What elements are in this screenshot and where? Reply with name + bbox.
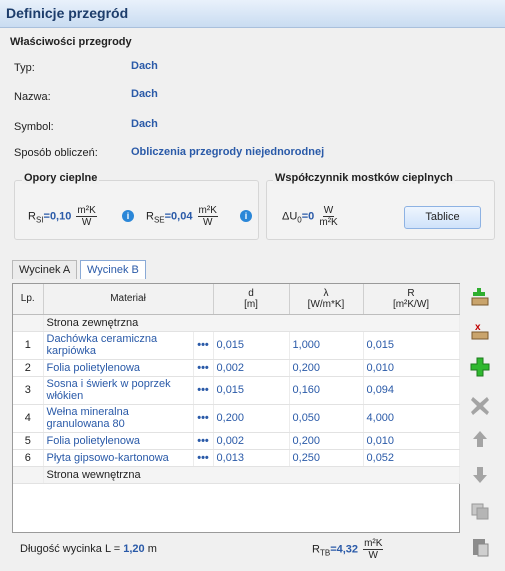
length-label: Długość wycinka L =	[20, 543, 121, 555]
add-layer-icon[interactable]	[469, 356, 491, 378]
rsi-value: =0,10	[43, 210, 72, 223]
title-bar: Definicje przegród	[0, 0, 505, 28]
rse-value: =0,04	[164, 210, 193, 223]
header-lp[interactable]: Lp.	[13, 284, 44, 315]
symbol-value[interactable]: Dach	[131, 118, 158, 130]
method-value[interactable]: Obliczenia przegrody niejednorodnej	[131, 146, 324, 158]
type-label: Typ:	[14, 62, 35, 74]
material-cell[interactable]: Folia polietylenowa	[43, 432, 194, 450]
inner-side-row: Strona wewnętrzna	[43, 466, 460, 484]
name-label: Nazwa:	[14, 91, 51, 103]
rtb-unit: m²K W	[363, 538, 384, 561]
rse-unit: m²K W	[197, 205, 218, 228]
header-lambda[interactable]: λ [W/m*K]	[289, 284, 364, 315]
table-row[interactable]: 1 Dachówka ceramiczna karpiówka ••• 0,01…	[13, 331, 460, 360]
paste-icon[interactable]	[469, 536, 491, 558]
du-unit: Wm²K	[319, 205, 338, 228]
more-button[interactable]: •••	[193, 331, 214, 360]
more-button[interactable]: •••	[193, 432, 214, 450]
rtb-subscript: TB	[319, 548, 331, 558]
symbol-label: Symbol:	[14, 121, 54, 133]
rtb-symbol: R	[312, 543, 320, 556]
properties-title: Właściwości przegrody	[10, 36, 132, 48]
table-row[interactable]: 6 Płyta gipsowo-kartonowa ••• 0,013 0,25…	[13, 449, 460, 467]
material-cell[interactable]: Folia polietylenowa	[43, 359, 194, 377]
add-section-icon[interactable]	[469, 286, 491, 308]
table-row[interactable]: 2 Folia polietylenowa ••• 0,002 0,200 0,…	[13, 359, 460, 377]
rsi-subscript: SI	[35, 215, 44, 225]
header-d[interactable]: d [m]	[213, 284, 290, 315]
du-field: ΔU0=0 Wm²K	[282, 205, 338, 228]
info-icon[interactable]: i	[240, 210, 252, 222]
layers-table: Lp. Materiał d [m] λ [W/m*K] R [m²K/W] Stro…	[12, 283, 460, 533]
more-button[interactable]: •••	[193, 376, 214, 405]
info-icon[interactable]: i	[122, 210, 134, 222]
more-button[interactable]: •••	[193, 404, 214, 433]
material-cell[interactable]: Dachówka ceramiczna karpiówka	[43, 331, 194, 360]
rsi-symbol: R	[28, 210, 36, 223]
delete-layer-icon[interactable]	[469, 394, 491, 416]
rse-subscript: SE	[153, 215, 165, 225]
rtb-value: =4,32	[330, 543, 359, 556]
material-cell[interactable]: Wełna mineralna granulowana 80	[43, 404, 194, 433]
bridges-title: Współczynnik mostków cieplnych	[273, 172, 455, 184]
copy-icon[interactable]	[469, 500, 491, 522]
svg-text:x: x	[475, 322, 481, 333]
table-row[interactable]: 5 Folia polietylenowa ••• 0,002 0,200 0,…	[13, 432, 460, 450]
outer-side-row: Strona zewnętrzna	[43, 314, 460, 332]
table-row[interactable]: 3 Sosna i świerk w poprzek włókien ••• 0…	[13, 376, 460, 405]
move-down-icon[interactable]	[469, 464, 491, 486]
du-value: =0	[301, 210, 315, 223]
type-value[interactable]: Dach	[131, 60, 158, 72]
length-value: 1,20	[123, 543, 145, 555]
material-cell[interactable]: Płyta gipsowo-kartonowa	[43, 449, 194, 467]
tab-wycinek-b[interactable]: Wycinek B	[80, 260, 146, 279]
table-row[interactable]: 4 Wełna mineralna granulowana 80 ••• 0,2…	[13, 404, 460, 433]
du-symbol: ΔU	[282, 210, 298, 223]
length-unit: m	[147, 543, 157, 555]
delete-section-icon[interactable]: x	[469, 320, 491, 342]
name-value[interactable]: Dach	[131, 88, 158, 100]
rtb-field: RTB=4,32 m²K W	[312, 538, 384, 561]
more-button[interactable]: •••	[193, 359, 214, 377]
header-material[interactable]: Materiał	[43, 284, 214, 315]
rsi-unit: m²K W	[76, 205, 97, 228]
rse-field: RSE=0,04 m²K W	[146, 205, 218, 228]
move-up-icon[interactable]	[469, 428, 491, 450]
rse-symbol: R	[146, 210, 154, 223]
tables-button[interactable]: Tablice	[404, 206, 481, 229]
length-field: Długość wycinka L = 1,20 m	[20, 543, 157, 555]
tab-wycinek-a[interactable]: Wycinek A	[12, 260, 78, 279]
header-r[interactable]: R [m²K/W]	[363, 284, 460, 315]
more-button[interactable]: •••	[193, 449, 214, 467]
method-label: Sposób obliczeń:	[14, 147, 98, 159]
material-cell[interactable]: Sosna i świerk w poprzek włókien	[43, 376, 194, 405]
window-title: Definicje przegród	[6, 5, 129, 21]
resistance-title: Opory cieplne	[22, 172, 100, 184]
rsi-field: RSI=0,10 m²K W	[28, 205, 97, 228]
